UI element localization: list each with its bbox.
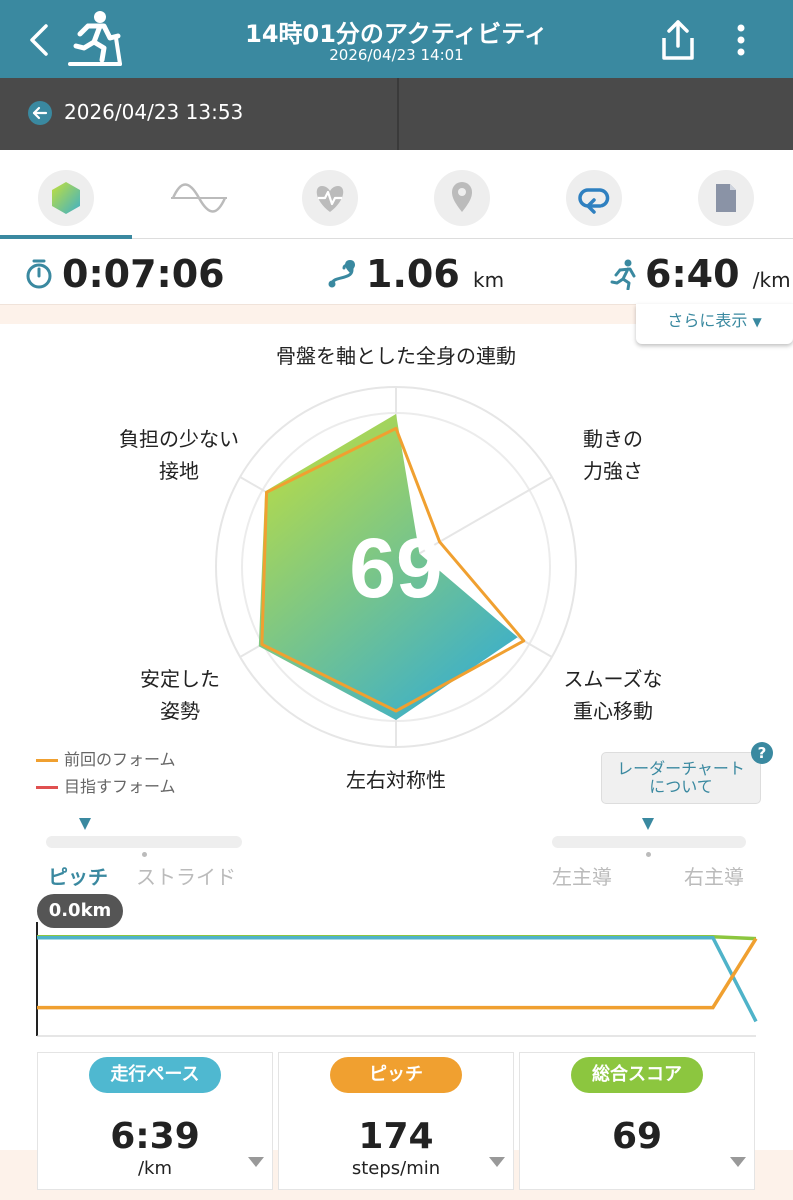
tab-document[interactable] xyxy=(698,170,754,226)
back-chevron-icon[interactable] xyxy=(22,20,58,60)
tab-wave[interactable] xyxy=(171,170,227,226)
tab-bar xyxy=(0,150,793,240)
axis-label-posture: 安定した 姿勢 xyxy=(140,667,220,723)
axis-label-symmetry: 左右対称性 xyxy=(346,768,446,792)
card-score-dropdown-icon[interactable] xyxy=(730,1157,746,1167)
card-pace-unit: /km xyxy=(137,1158,173,1179)
tab-heart-rate[interactable] xyxy=(302,170,358,226)
page-title: 14時01分のアクティビティ xyxy=(245,20,548,48)
card-pitch-dropdown-icon[interactable] xyxy=(489,1157,505,1167)
distance-unit: km xyxy=(473,268,505,292)
page-datetime: 2026/04/23 14:01 xyxy=(329,46,464,64)
axis-label-landing: 負担の少ない 接地 xyxy=(119,427,239,483)
pace-unit: /km xyxy=(752,268,791,292)
legend-target-label: 目指すフォーム xyxy=(64,777,176,796)
selector-dot-left xyxy=(142,852,147,857)
card-score-label: 総合スコア xyxy=(571,1057,703,1093)
more-vertical-icon[interactable] xyxy=(726,20,756,60)
help-icon[interactable]: ? xyxy=(751,742,773,764)
stopwatch-icon xyxy=(26,259,52,289)
card-pace-value: 6:39 xyxy=(110,1116,200,1157)
legend-line-previous xyxy=(36,759,58,762)
distance-value: 1.06 km xyxy=(366,252,504,296)
axis-label-pelvis: 骨盤を軸とした全身の連動 xyxy=(276,344,516,368)
card-score-value: 69 xyxy=(611,1116,663,1157)
axis-label-smooth: スムーズな 重心移動 xyxy=(563,667,663,723)
app-header: 14時01分のアクティビティ 2026/04/23 14:01 xyxy=(0,0,793,78)
balance-marker-icon xyxy=(642,818,654,830)
axis-label-power: 動きの 力強さ xyxy=(583,427,643,483)
show-more-label: さらに表示 xyxy=(667,311,748,330)
heart-rate-icon xyxy=(316,186,344,212)
legend-previous-label: 前回のフォーム xyxy=(64,750,176,769)
share-icon[interactable] xyxy=(656,18,700,62)
pitch-stride-track[interactable] xyxy=(46,836,242,848)
wave-icon xyxy=(171,183,227,213)
legend-target: 目指すフォーム xyxy=(36,773,176,797)
option-pitch[interactable]: ピッチ xyxy=(48,861,108,890)
pace-value: 6:40 /km xyxy=(645,252,791,296)
arrow-left-circle-icon[interactable] xyxy=(28,101,52,125)
option-right-lead[interactable]: 右主導 xyxy=(684,861,744,890)
distance-badge: 0.0km xyxy=(37,894,123,928)
legend-previous: 前回のフォーム xyxy=(36,746,176,770)
overall-score: 69 xyxy=(349,521,442,615)
lap-loop-icon xyxy=(578,188,610,214)
caret-down-icon: ▼ xyxy=(752,315,762,329)
elapsed-time: 0:07:06 xyxy=(62,252,225,296)
runner-pace-icon xyxy=(610,259,636,290)
distance-number: 1.06 xyxy=(366,252,460,296)
treadmill-runner-icon xyxy=(68,11,122,66)
legend-line-target xyxy=(36,786,58,789)
subbar-divider xyxy=(397,78,399,150)
form-hexagon-icon xyxy=(52,182,80,214)
route-distance-icon xyxy=(328,260,355,288)
previous-activity-link[interactable]: 2026/04/23 13:53 xyxy=(64,100,243,124)
map-pin-icon xyxy=(452,182,472,212)
card-pace-dropdown-icon[interactable] xyxy=(248,1157,264,1167)
tab-form[interactable] xyxy=(38,170,94,226)
tab-laps[interactable] xyxy=(566,170,622,226)
card-pace-label: 走行ペース xyxy=(89,1057,221,1093)
pitch-marker-icon xyxy=(79,818,91,830)
selector-dot-right xyxy=(646,852,651,857)
card-pitch-unit: steps/min xyxy=(351,1158,441,1179)
card-pitch-value: 174 xyxy=(358,1116,434,1157)
radar-chart: 69 xyxy=(215,386,577,748)
option-stride[interactable]: ストライド xyxy=(136,861,236,890)
line-series-orange xyxy=(37,937,758,1010)
active-tab-indicator xyxy=(0,235,132,239)
radar-about-button[interactable]: レーダーチャート について xyxy=(601,752,761,804)
pace-number: 6:40 xyxy=(645,252,740,296)
document-icon xyxy=(716,184,736,212)
option-left-lead[interactable]: 左主導 xyxy=(552,861,612,890)
left-right-track[interactable] xyxy=(552,836,746,848)
tab-map[interactable] xyxy=(434,170,490,226)
card-pitch-label: ピッチ xyxy=(330,1057,462,1093)
radar-about-label: レーダーチャート について xyxy=(617,759,745,796)
